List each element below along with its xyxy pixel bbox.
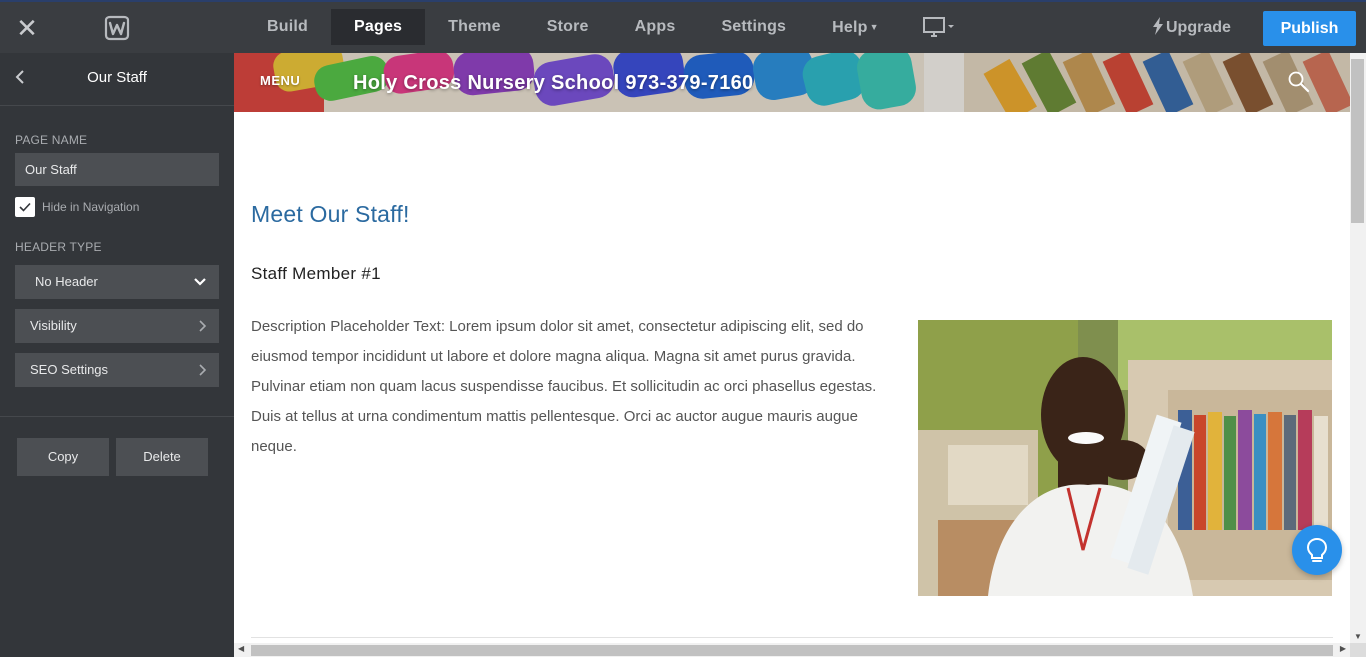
page-name-label: PAGE NAME — [15, 133, 88, 147]
nav-build[interactable]: Build — [244, 9, 331, 45]
publish-button[interactable]: Publish — [1263, 11, 1356, 46]
upgrade-button[interactable]: Upgrade — [1152, 11, 1231, 45]
staff-description[interactable]: Description Placeholder Text: Lorem ipsu… — [251, 312, 891, 462]
chevron-down-icon — [194, 278, 206, 286]
nav-settings[interactable]: Settings — [698, 9, 809, 45]
caret-down-icon: ▼ — [869, 22, 879, 32]
chevron-right-icon — [199, 320, 207, 332]
hide-in-navigation-checkbox[interactable] — [15, 197, 35, 217]
page-name-input[interactable] — [15, 153, 219, 186]
staff-photo[interactable] — [918, 320, 1332, 596]
horizontal-scrollbar[interactable]: ◀ ▶ — [234, 643, 1350, 657]
divider — [251, 637, 1333, 638]
nav-settings-label: Settings — [721, 18, 787, 35]
nav-theme[interactable]: Theme — [425, 9, 524, 45]
lightning-icon — [1153, 17, 1163, 35]
header-type-select[interactable]: No Header — [15, 265, 219, 299]
nav-help[interactable]: Help ▼ — [809, 9, 902, 45]
header-type-label: HEADER TYPE — [15, 240, 102, 254]
vertical-scrollbar[interactable]: ▲ ▼ — [1350, 53, 1366, 643]
nav-help-label: Help — [832, 19, 868, 36]
seo-settings-label: SEO Settings — [30, 362, 109, 377]
main-nav: Build Pages Theme Store Apps Settings He… — [244, 9, 902, 45]
search-icon[interactable] — [1287, 70, 1311, 94]
nav-store-label: Store — [546, 18, 589, 35]
upgrade-label: Upgrade — [1166, 19, 1231, 36]
seo-settings-row[interactable]: SEO Settings — [15, 353, 219, 387]
divider — [0, 416, 234, 417]
monitor-icon[interactable] — [922, 16, 956, 40]
chevron-right-icon — [199, 364, 207, 376]
page-heading[interactable]: Meet Our Staff! — [251, 201, 410, 228]
nav-pages-label: Pages — [354, 18, 403, 35]
lightbulb-icon — [1306, 537, 1328, 562]
close-icon[interactable]: ✕ — [14, 15, 40, 42]
top-toolbar: ✕ Build Pages Theme Store Apps Settings … — [0, 0, 1366, 53]
scrollbar-thumb[interactable] — [251, 645, 1333, 656]
scrollbar-thumb[interactable] — [1351, 59, 1364, 223]
page-settings-sidebar: Our Staff PAGE NAME Hide in Navigation H… — [0, 53, 234, 657]
nav-build-label: Build — [267, 18, 308, 35]
copy-page-button[interactable]: Copy — [17, 438, 109, 476]
scroll-down-arrow-icon[interactable]: ▼ — [1354, 632, 1362, 641]
scrollbar-corner — [1350, 643, 1366, 657]
nav-pages[interactable]: Pages — [331, 9, 426, 45]
visibility-row[interactable]: Visibility — [15, 309, 219, 343]
delete-page-button[interactable]: Delete — [116, 438, 208, 476]
nav-apps[interactable]: Apps — [612, 9, 699, 45]
scroll-right-arrow-icon[interactable]: ▶ — [1340, 644, 1346, 653]
visibility-label: Visibility — [30, 318, 77, 333]
header-type-value: No Header — [35, 274, 98, 289]
site-title[interactable]: Holy Cross Nursery School 973-379-7160 — [353, 72, 753, 95]
site-menu-toggle[interactable]: MENU — [260, 73, 300, 88]
weebly-logo-icon[interactable] — [103, 15, 131, 41]
nav-apps-label: Apps — [634, 18, 676, 35]
nav-theme-label: Theme — [448, 18, 501, 35]
header-banner: MENU Holy Cross Nursery School 973-379-7… — [234, 53, 1350, 112]
checkmark-icon — [19, 202, 31, 212]
divider — [0, 105, 234, 106]
help-lightbulb-button[interactable] — [1292, 525, 1342, 575]
site-preview: MENU Holy Cross Nursery School 973-379-7… — [234, 53, 1350, 643]
hide-in-navigation-label: Hide in Navigation — [42, 200, 140, 214]
scroll-left-arrow-icon[interactable]: ◀ — [238, 644, 244, 653]
sidebar-title: Our Staff — [87, 69, 147, 86]
staff-member-name[interactable]: Staff Member #1 — [251, 264, 381, 284]
nav-store[interactable]: Store — [524, 9, 612, 45]
